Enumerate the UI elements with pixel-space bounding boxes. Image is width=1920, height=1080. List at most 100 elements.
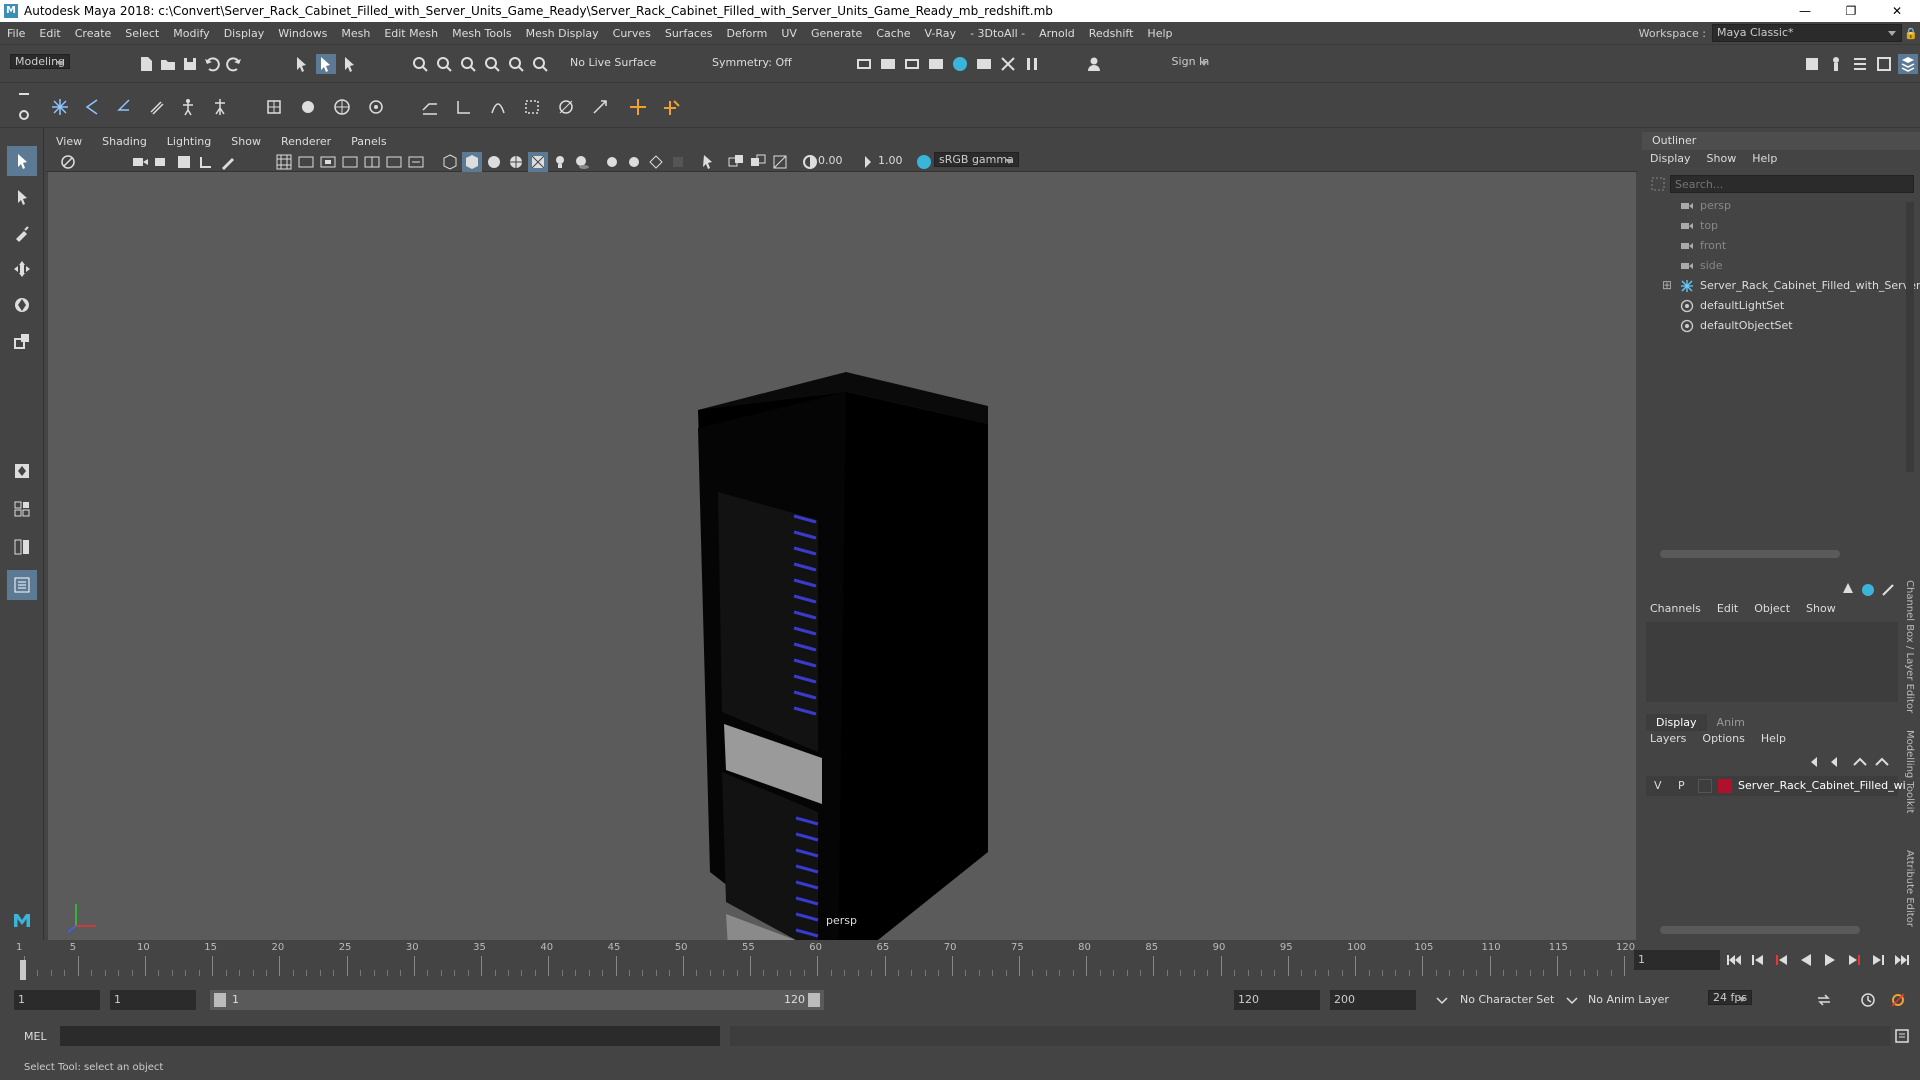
- minimize-button[interactable]: —: [1782, 0, 1828, 22]
- character-controls-icon[interactable]: [1826, 54, 1846, 74]
- character-set-dropdown[interactable]: No Character Set: [1460, 993, 1554, 1006]
- xray-icon[interactable]: [726, 152, 746, 172]
- redo-icon[interactable]: [224, 54, 244, 74]
- menu-windows[interactable]: Windows: [271, 27, 334, 40]
- outliner-item-front[interactable]: front: [1642, 236, 1906, 256]
- layer-horizontal-scrollbar[interactable]: [1660, 926, 1860, 934]
- outliner-item-defaultobjectset[interactable]: defaultObjectSet: [1642, 316, 1906, 336]
- grid-toggle-icon[interactable]: [274, 152, 294, 172]
- menu-mesh[interactable]: Mesh: [334, 27, 377, 40]
- undo-icon[interactable]: [202, 54, 222, 74]
- play-backwards-icon[interactable]: [1796, 950, 1816, 970]
- outliner-vertical-scrollbar[interactable]: [1906, 202, 1914, 472]
- wire-deformer-icon[interactable]: [330, 95, 354, 119]
- two-pane-layout-icon[interactable]: [7, 532, 37, 562]
- isolate-select-icon[interactable]: [698, 152, 718, 172]
- viewport-menu-view[interactable]: View: [46, 135, 92, 148]
- workspace-dropdown[interactable]: Maya Classic*: [1712, 24, 1902, 42]
- modeling-toolkit-toggle-icon[interactable]: [1802, 54, 1822, 74]
- grease-pencil-icon[interactable]: [218, 152, 238, 172]
- render-sequence-icon[interactable]: [974, 54, 994, 74]
- outliner-horizontal-scrollbar[interactable]: [1660, 550, 1840, 558]
- color-management-icon[interactable]: [914, 152, 934, 172]
- step-back-frame-icon[interactable]: [1772, 950, 1792, 970]
- gate-mask-icon[interactable]: [340, 152, 360, 172]
- viewport-3d-view[interactable]: persp: [48, 172, 1636, 984]
- menu-create[interactable]: Create: [68, 27, 119, 40]
- colorspace-dropdown[interactable]: sRGB gamma: [934, 152, 1019, 167]
- channel-box-toggle-icon[interactable]: [1898, 54, 1918, 74]
- ik-spline-icon[interactable]: [112, 95, 136, 119]
- time-slider[interactable]: 1 5 10 15 20 25 30 35 40 45 50 55 60 65 70 75 80 85 90 95 10…: [0, 940, 1920, 982]
- snap-live-icon[interactable]: [506, 54, 526, 74]
- auto-key-icon[interactable]: [1858, 990, 1878, 1010]
- bend-deformer-icon[interactable]: [418, 95, 442, 119]
- outliner-menu-display[interactable]: Display: [1642, 152, 1699, 165]
- layer-visibility-toggle[interactable]: V: [1654, 779, 1662, 792]
- ipr-render-icon[interactable]: [878, 54, 898, 74]
- wireframe-icon[interactable]: [440, 152, 460, 172]
- quick-rig-icon[interactable]: [208, 95, 232, 119]
- menu-deform[interactable]: Deform: [719, 27, 774, 40]
- loop-icon[interactable]: [1814, 990, 1834, 1010]
- menu-modify[interactable]: Modify: [166, 27, 216, 40]
- outliner-item-server-rack-cabinet-filled-with-server[interactable]: ⊞ Server_Rack_Cabinet_Filled_with_Server_: [1642, 276, 1920, 296]
- camera-attributes-icon[interactable]: [130, 152, 150, 172]
- anim-layer-icon[interactable]: [1562, 990, 1582, 1010]
- bind-skin-icon[interactable]: [144, 95, 168, 119]
- single-pane-layout-icon[interactable]: [7, 494, 37, 524]
- exposure-field[interactable]: 0.00: [818, 154, 858, 167]
- image-plane-icon[interactable]: [174, 152, 194, 172]
- move-layer-up-icon[interactable]: [1806, 752, 1826, 772]
- hypershade-icon[interactable]: [926, 54, 946, 74]
- step-back-key-icon[interactable]: [1748, 950, 1768, 970]
- cluster-icon[interactable]: [364, 95, 388, 119]
- menu-mesh-tools[interactable]: Mesh Tools: [445, 27, 519, 40]
- current-frame-field[interactable]: 1: [1634, 950, 1720, 970]
- blend-shape-icon[interactable]: [296, 95, 320, 119]
- outliner-menu-help[interactable]: Help: [1744, 152, 1785, 165]
- layer-playback-toggle[interactable]: P: [1678, 779, 1685, 792]
- safe-title-icon[interactable]: [406, 152, 426, 172]
- range-slider[interactable]: 1 120: [210, 990, 824, 1010]
- menu-help[interactable]: Help: [1140, 27, 1179, 40]
- menu-select[interactable]: Select: [118, 27, 166, 40]
- channel-box-icon-1[interactable]: [1838, 580, 1858, 600]
- screen-space-ao-icon[interactable]: [602, 152, 622, 172]
- field-chart-icon[interactable]: [362, 152, 382, 172]
- safe-action-icon[interactable]: [384, 152, 404, 172]
- animation-preferences-icon[interactable]: [1888, 990, 1908, 1010]
- snap-view-plane-icon[interactable]: [482, 54, 502, 74]
- channel-menu-edit[interactable]: Edit: [1709, 602, 1746, 615]
- layer-color-swatch[interactable]: [1718, 779, 1732, 793]
- channel-menu-object[interactable]: Object: [1746, 602, 1798, 615]
- render-frame-icon[interactable]: [854, 54, 874, 74]
- new-layer-icon[interactable]: [1850, 752, 1870, 772]
- anim-layer-dropdown[interactable]: No Anim Layer: [1588, 993, 1669, 1006]
- joint-tool-icon[interactable]: [48, 95, 72, 119]
- textured-icon[interactable]: [528, 152, 548, 172]
- outliner-item-defaultlightset[interactable]: defaultLightSet: [1642, 296, 1906, 316]
- select-by-component-icon[interactable]: [340, 54, 360, 74]
- menu-mesh-display[interactable]: Mesh Display: [519, 27, 606, 40]
- lattice-icon[interactable]: [262, 95, 286, 119]
- expand-toggle-icon[interactable]: ⊞: [1662, 278, 1672, 292]
- menu-edit-mesh[interactable]: Edit Mesh: [377, 27, 445, 40]
- paint-select-tool-icon[interactable]: [7, 218, 37, 248]
- layer-type-toggle[interactable]: [1698, 779, 1712, 793]
- viewport-menu-lighting[interactable]: Lighting: [157, 135, 221, 148]
- sign-in-dropdown[interactable]: Sign In: [1167, 55, 1214, 68]
- shelf-menu-icon[interactable]: [14, 87, 34, 107]
- outliner-filter-icon[interactable]: [1648, 174, 1668, 194]
- new-layer-selected-icon[interactable]: [1872, 752, 1892, 772]
- wave-deformer-icon[interactable]: [554, 95, 578, 119]
- server-rack-model[interactable]: [698, 372, 1058, 1032]
- mel-label[interactable]: MEL: [24, 1030, 47, 1043]
- scale-tool-icon[interactable]: [7, 326, 37, 356]
- menu-uv[interactable]: UV: [774, 27, 804, 40]
- viewport-menu-panels[interactable]: Panels: [341, 135, 396, 148]
- wireframe-on-shaded-icon[interactable]: [506, 152, 526, 172]
- menu-display[interactable]: Display: [217, 27, 272, 40]
- layer-name[interactable]: Server_Rack_Cabinet_Filled_wi: [1738, 779, 1906, 792]
- locator-icon[interactable]: [626, 95, 650, 119]
